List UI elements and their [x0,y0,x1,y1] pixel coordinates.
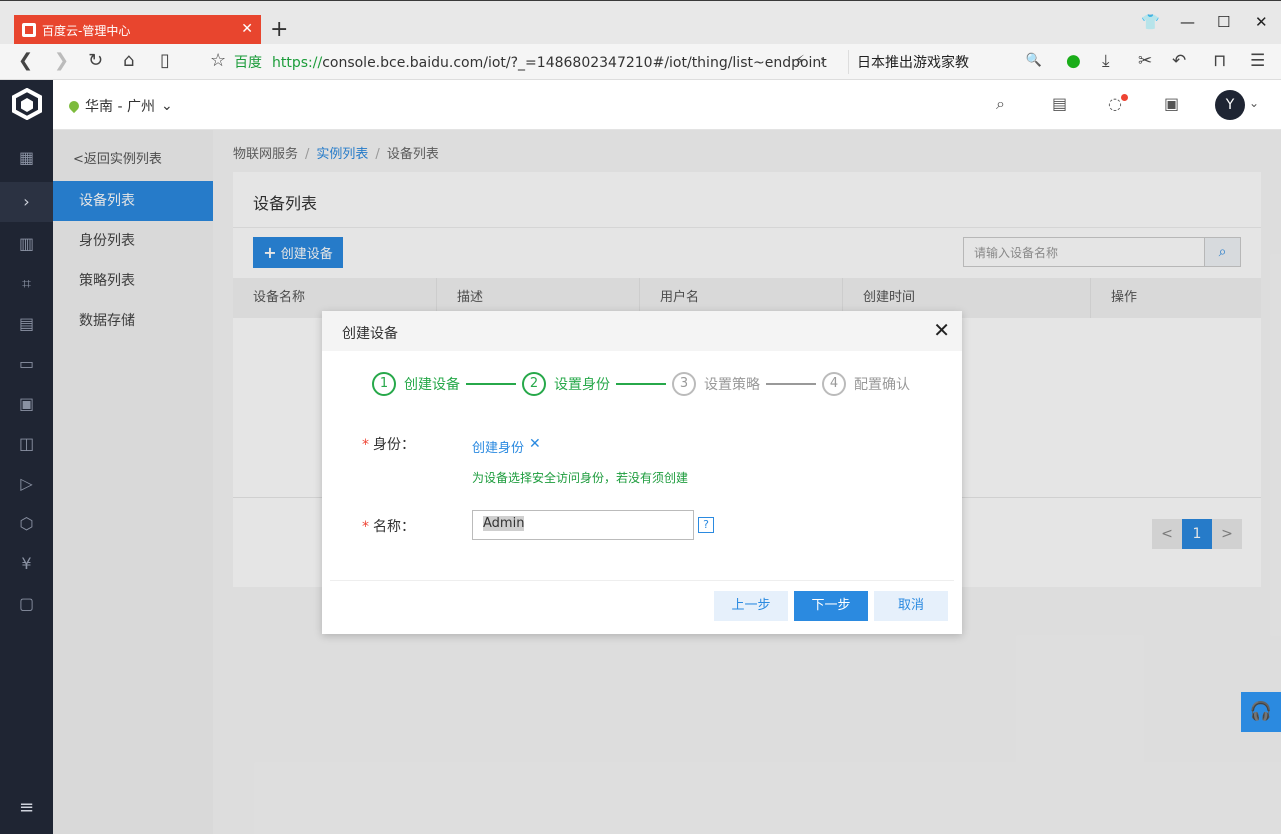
bag-icon[interactable]: ⊓ [1213,51,1226,71]
video-icon[interactable]: ▭ [0,354,53,373]
document-list-icon[interactable]: ▤ [1052,94,1067,113]
device-name-value: Admin [483,516,525,531]
clear-identity-icon[interactable]: ✕ [529,436,541,452]
document-icon[interactable]: ▣ [0,394,53,413]
download-icon[interactable]: ⤓ [1102,51,1110,71]
message-icon[interactable]: ◌ [1108,94,1122,113]
step-connector [766,383,816,385]
favorite-star-icon[interactable]: ☆ [210,50,226,71]
step-1: 1 创建设备 [372,372,460,396]
create-device-dialog: 创建设备 ✕ 1 创建设备 2 设置身份 3 设置策略 4 配置确认 * 身份： 创建身份… [322,311,962,634]
console-topbar: 华南 - 广州 ⌄ ⌕ ▤ ◌ ▣ Y ⌄ [53,80,1281,130]
chevron-down-icon: ⌄ [160,98,173,114]
tab-close-icon[interactable]: ✕ [241,21,253,37]
prev-step-button[interactable]: 上一步 [714,591,788,621]
search-box[interactable]: 日本推出游戏家教 🔍 [848,50,1048,74]
next-step-button[interactable]: 下一步 [794,591,868,621]
name-label: * 名称： [362,519,415,535]
url-text: console.bce.baidu.com/iot/?_=14868023472… [322,55,827,71]
baidu-cloud-logo-icon[interactable] [11,88,43,120]
wechat-icon[interactable]: ● [1066,51,1081,71]
step-2: 2 设置身份 [522,372,610,396]
global-sidebar: ▦ › ▥ ⌗ ▤ ▭ ▣ ◫ ▷ ⬡ ¥ ▢ ≡ [0,80,53,834]
browser-toolbar: ❮ ❯ ↻ ⌂ ▯ ☆ 百度 https://console.bce.baidu.… [0,44,1281,80]
identity-label: * 身份： [362,437,415,453]
building-icon[interactable]: ▥ [0,234,53,253]
dialog-title: 创建设备 [342,326,398,342]
location-pin-icon [66,98,82,114]
tab-title: 百度云-管理中心 [42,23,131,38]
url-scheme: https:// [272,55,323,71]
region-label: 华南 - 广州 [85,99,155,115]
home-icon[interactable]: ⌂ [123,50,134,71]
close-icon[interactable]: ✕ [933,318,950,342]
cancel-button[interactable]: 取消 [874,591,948,621]
customer-service-icon[interactable]: 🎧 [1241,692,1281,732]
ticket-icon[interactable]: ▣ [1164,94,1179,113]
network-icon[interactable]: ⌗ [0,274,53,294]
search-icon[interactable]: ⌕ [996,94,1005,114]
dialog-header: 创建设备 ✕ [322,311,962,351]
search-text: 日本推出游戏家教 [857,55,969,71]
help-icon[interactable]: ? [698,517,714,533]
reload-icon[interactable]: ↻ [88,50,103,71]
create-identity-link[interactable]: 创建身份 [472,437,524,456]
avatar-chevron-icon[interactable]: ⌄ [1249,96,1259,110]
back-icon[interactable]: ❮ [18,50,33,71]
forward-icon[interactable]: ❯ [54,50,69,71]
new-tab-icon[interactable]: + [270,17,288,42]
identity-hint: 为设备选择安全访问身份，若没有须创建 [472,471,689,485]
lock-icon[interactable]: ▢ [0,594,53,613]
sidebar-menu-icon[interactable]: ≡ [0,797,53,827]
billing-icon[interactable]: ¥ [0,554,53,573]
minimize-icon[interactable]: — [1180,13,1195,31]
browser-tab[interactable]: 百度云-管理中心 ✕ [14,15,261,45]
expand-sidebar-icon[interactable]: › [0,182,53,222]
close-window-icon[interactable]: ✕ [1255,13,1268,31]
site-badge: 百度 [234,55,262,71]
region-selector[interactable]: 华南 - 广州 ⌄ [66,96,173,116]
reader-icon[interactable]: ▯ [160,50,170,71]
lightning-icon[interactable]: ⚡ [795,53,805,69]
expand-arrow-icon[interactable]: › [820,53,826,69]
menu-icon[interactable]: ☰ [1250,51,1265,71]
maximize-icon[interactable]: ☐ [1217,13,1230,31]
step-connector [466,383,516,385]
undo-icon[interactable]: ↶ [1172,51,1186,71]
step-4: 4 配置确认 [822,372,910,396]
grid-icon[interactable]: ▤ [0,314,53,333]
chip-icon[interactable]: ◫ [0,434,53,453]
divider [330,580,954,581]
avatar[interactable]: Y [1215,90,1245,120]
notification-dot [1121,94,1128,101]
search-icon[interactable]: 🔍 [1026,53,1042,68]
baidu-cloud-favicon-icon [22,23,36,37]
step-connector [616,383,666,385]
browser-titlebar: 百度云-管理中心 ✕ + 👕 — ☐ ✕ [0,0,1281,45]
step-3: 3 设置策略 [672,372,760,396]
skin-icon[interactable]: 👕 [1141,13,1160,31]
box-icon[interactable]: ⬡ [0,514,53,533]
scissors-icon[interactable]: ✂ [1138,51,1152,71]
dashboard-icon[interactable]: ▦ [0,148,53,167]
play-icon[interactable]: ▷ [0,474,53,493]
address-bar[interactable]: 百度 https://console.bce.baidu.com/iot/?_=1… [234,52,827,72]
device-name-input[interactable]: Admin [472,510,694,540]
